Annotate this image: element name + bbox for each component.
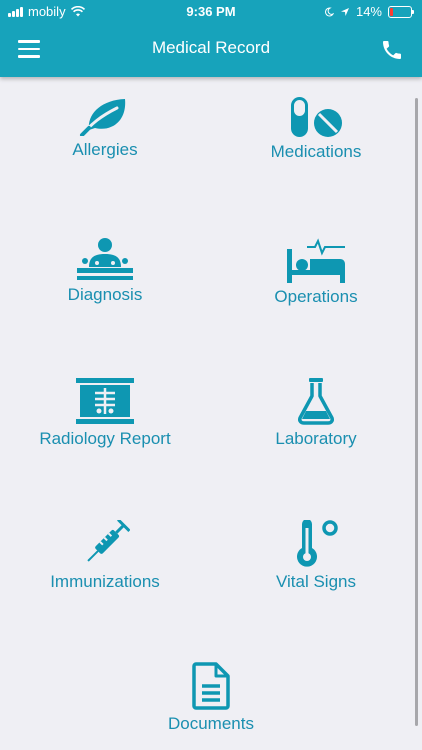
menu-item-label: Allergies — [72, 140, 138, 159]
menu-item-allergies[interactable]: Allergies — [5, 96, 205, 160]
menu-item-label: Vital Signs — [275, 572, 356, 591]
menu-item-label: Operations — [274, 287, 358, 306]
battery-percent: 14% — [355, 4, 382, 19]
menu-item-diagnosis[interactable]: Diagnosis — [5, 237, 205, 305]
page-title: Medical Record — [151, 38, 271, 57]
menu-item-operations[interactable]: Operations — [216, 237, 416, 307]
flask-icon — [298, 378, 334, 425]
thermometer-icon — [297, 520, 338, 567]
hospital-bed-icon — [287, 238, 345, 283]
battery-icon — [388, 5, 414, 18]
menu-item-documents[interactable]: Documents — [111, 662, 311, 734]
nav-bar: Medical Record — [0, 24, 422, 77]
status-right: 14% — [324, 4, 414, 19]
menu-item-radiology-report[interactable]: Radiology Report — [5, 377, 205, 449]
scrollbar[interactable] — [415, 98, 418, 726]
syringe-icon — [87, 520, 130, 562]
x-ray-icon — [76, 378, 134, 424]
status-bar: mobily 9:36 PM 14% — [0, 0, 422, 24]
menu-item-label: Documents — [168, 714, 254, 733]
moon-icon — [325, 6, 334, 16]
menu-item-medications[interactable]: Medications — [216, 96, 416, 162]
pills-icon — [291, 97, 342, 137]
location-arrow-icon — [340, 7, 349, 16]
menu-item-laboratory[interactable]: Laboratory — [216, 377, 416, 449]
document-icon — [192, 662, 230, 710]
phone-icon[interactable] — [380, 38, 404, 62]
menu-item-vital-signs[interactable]: Vital Signs — [216, 520, 416, 592]
menu-item-label: Medications — [270, 142, 362, 161]
top-bar: mobily 9:36 PM 14% Medical Record — [0, 0, 422, 77]
menu-item-label: Radiology Report — [39, 429, 171, 448]
patient-diagnosis-icon — [77, 238, 133, 280]
menu-item-label: Immunizations — [50, 572, 160, 591]
leaf-icon — [80, 99, 126, 136]
menu-grid: Allergies Medications Diagnosis Operatio… — [0, 77, 422, 750]
menu-item-label: Diagnosis — [67, 285, 143, 304]
menu-item-immunizations[interactable]: Immunizations — [5, 520, 205, 592]
menu-item-label: Laboratory — [275, 429, 357, 448]
